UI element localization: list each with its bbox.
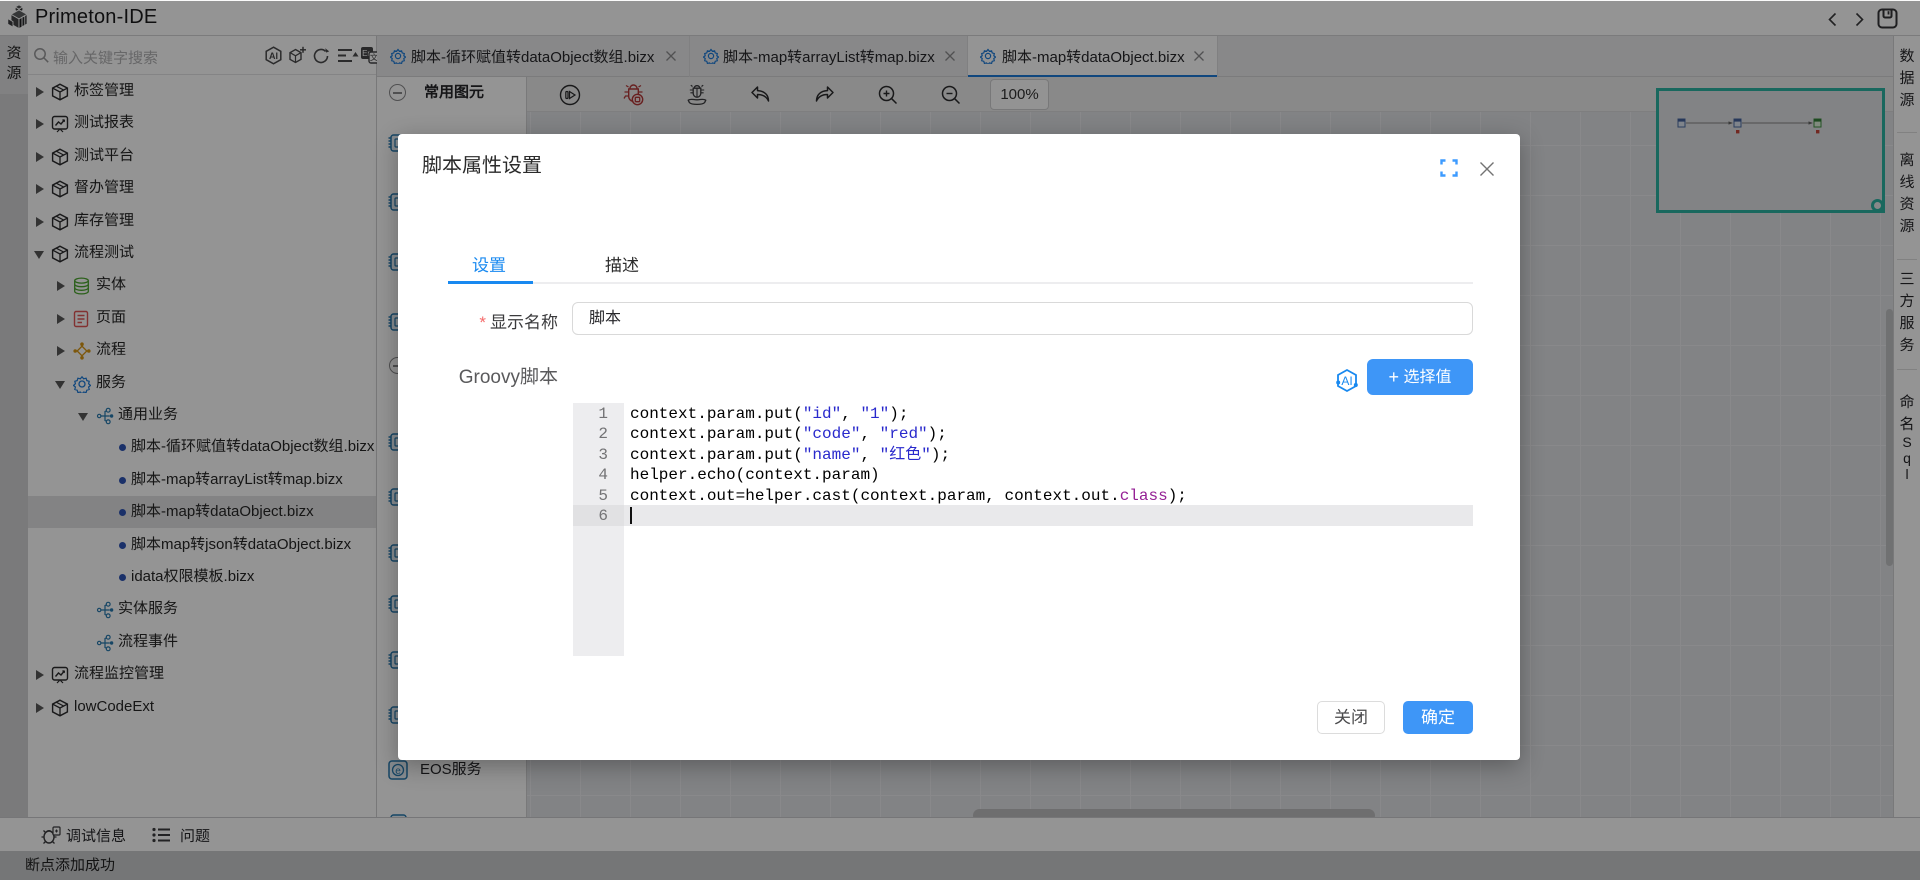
svg-text:AI: AI — [1341, 374, 1352, 388]
